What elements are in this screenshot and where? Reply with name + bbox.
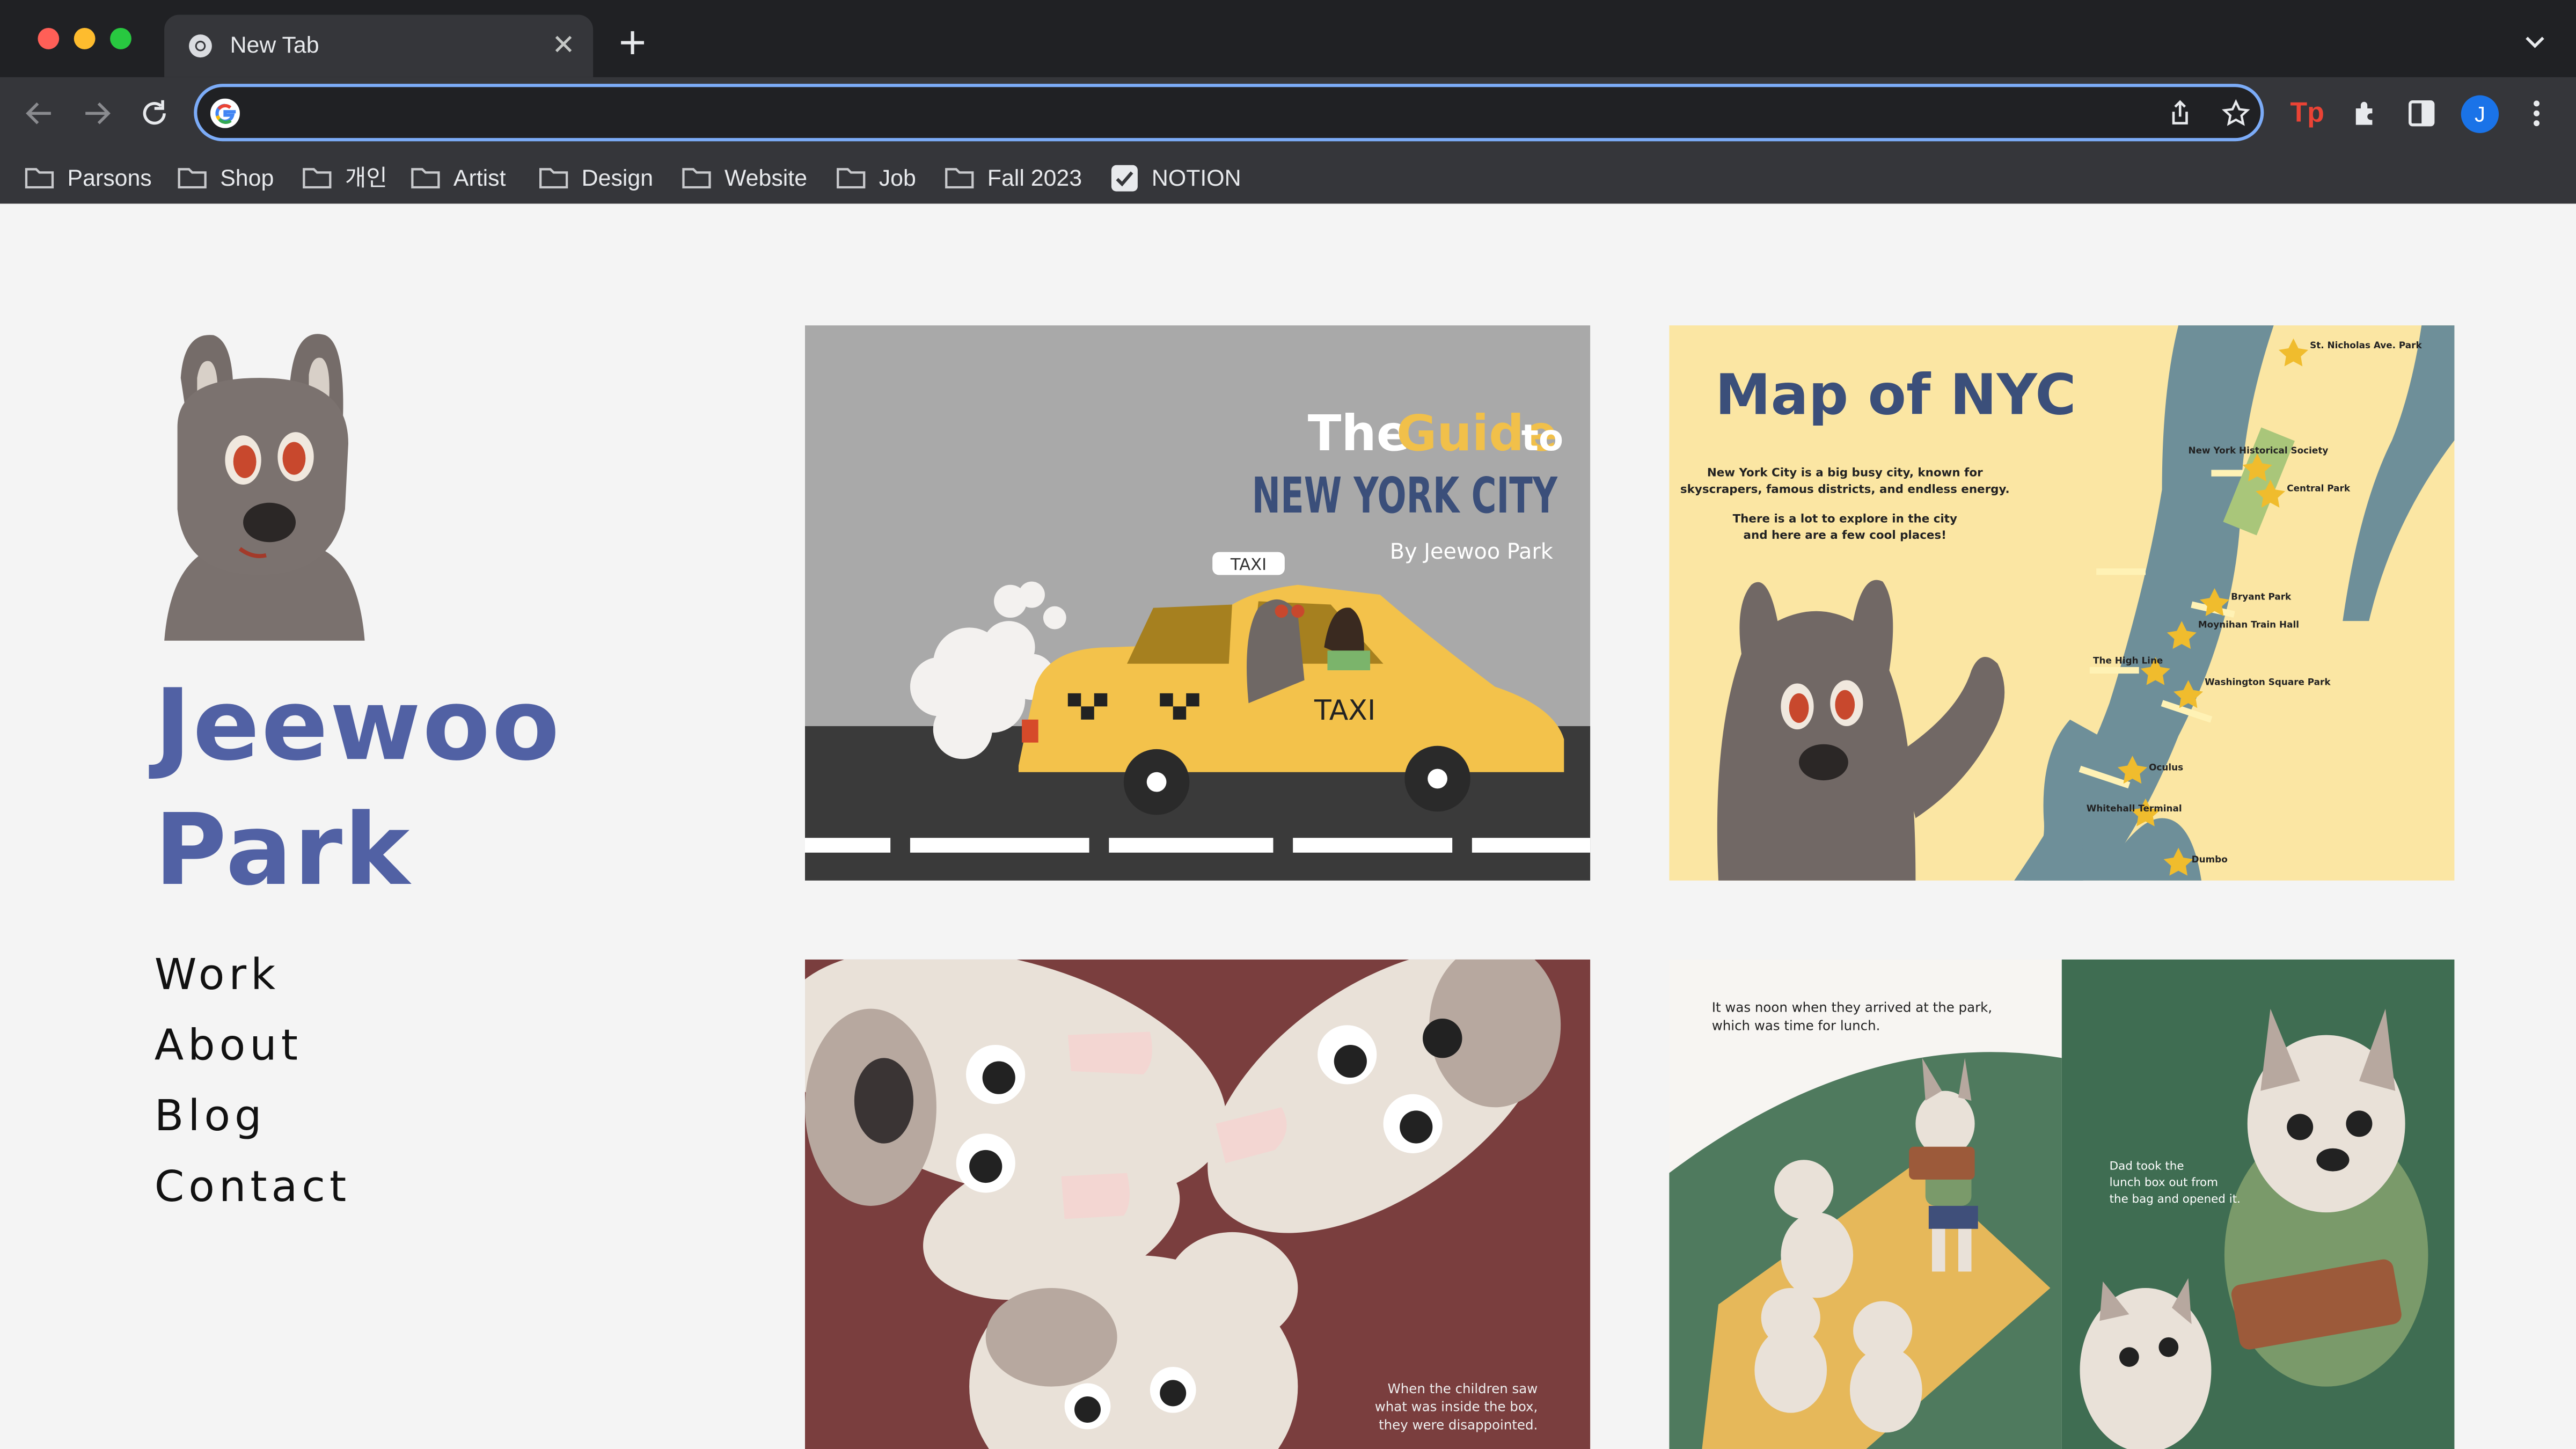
nyc-map-illustration: Map of NYC New York City is a big busy c…	[1669, 325, 2455, 881]
guide-title-the: The	[1308, 405, 1410, 462]
tp-extension-icon[interactable]: Tp	[2290, 96, 2326, 131]
bookmark-job[interactable]: Job	[836, 155, 916, 201]
map-label-historical-society: New York Historical Society	[2189, 445, 2329, 456]
extensions-puzzle-icon[interactable]	[2347, 96, 2383, 131]
picnic-right-line1: Dad took the	[2110, 1160, 2184, 1173]
site-name-first[interactable]: Jeewoo	[155, 664, 561, 789]
bookmark-parsons[interactable]: Parsons	[25, 155, 152, 201]
picnic-right-line2: lunch box out from	[2110, 1176, 2218, 1189]
bookmark-artist[interactable]: Artist	[411, 155, 506, 201]
tab-title: New Tab	[230, 31, 319, 58]
guide-byline: By Jeewoo Park	[1390, 539, 1553, 564]
chrome-icon	[189, 34, 212, 58]
tab-new-tab[interactable]: New Tab ✕	[164, 14, 594, 77]
bookmark-label: Fall 2023	[987, 164, 1082, 191]
address-bar[interactable]	[194, 84, 2264, 142]
checkmark-icon	[1111, 164, 1138, 191]
bookmark-shop[interactable]: Shop	[178, 155, 274, 201]
map-intro-line4: and here are a few cool places!	[1744, 529, 1946, 542]
bookmark-label: Shop	[220, 164, 274, 191]
folder-icon	[178, 168, 207, 189]
google-g-icon	[210, 98, 240, 128]
work-card-faces[interactable]: When the children saw what was inside th…	[805, 959, 1591, 1449]
bookmark-star-icon[interactable]	[2221, 99, 2251, 128]
folder-icon	[682, 168, 711, 189]
picnic-left-line2: which was time for lunch.	[1712, 1018, 1880, 1033]
picnic-right-line3: the bag and opened it.	[2110, 1192, 2241, 1206]
work-card-picnic[interactable]: It was noon when they arrived at the par…	[1669, 959, 2455, 1449]
bookmark-label: NOTION	[1151, 164, 1241, 191]
folder-icon	[303, 168, 332, 189]
picnic-illustration: It was noon when they arrived at the par…	[1669, 959, 2455, 1449]
nav-about[interactable]: About	[155, 1020, 302, 1073]
close-window-button[interactable]	[38, 28, 60, 49]
bookmark-label: Parsons	[67, 164, 152, 191]
map-label-oculus: Oculus	[2149, 762, 2183, 773]
bookmark-design[interactable]: Design	[539, 155, 653, 201]
taxi-roof-sign: TAXI	[1230, 555, 1267, 574]
nyc-guide-illustration: TAXI TAXI The Guide to NEW YORK CITY By …	[805, 325, 1591, 881]
folder-icon	[411, 168, 440, 189]
picnic-left-line1: It was noon when they arrived at the par…	[1712, 1000, 1992, 1015]
map-label-washington-square: Washington Square Park	[2205, 677, 2331, 687]
nav-work[interactable]: Work	[155, 949, 280, 1002]
faces-caption-line3: they were disappointed.	[1379, 1417, 1538, 1432]
faces-illustration: When the children saw what was inside th…	[805, 959, 1591, 1449]
work-card-nyc-map[interactable]: Map of NYC New York City is a big busy c…	[1669, 325, 2455, 881]
bookmark-label: Artist	[453, 164, 506, 191]
map-label-whitehall: Whitehall Terminal	[2087, 803, 2182, 814]
browser-chrome: New Tab ✕ Tp J Parsons Shop 개인 Artist De…	[0, 0, 2576, 204]
bookmark-website[interactable]: Website	[682, 155, 807, 201]
map-label-central-park: Central Park	[2287, 482, 2351, 493]
bookmark-notion[interactable]: NOTION	[1110, 155, 1241, 201]
map-intro-line1: New York City is a big busy city, known …	[1707, 466, 1983, 480]
map-title: Map of NYC	[1715, 362, 2076, 427]
nav-blog[interactable]: Blog	[155, 1091, 266, 1144]
map-label-st-nicholas: St. Nicholas Ave. Park	[2310, 340, 2422, 350]
faces-caption-line2: what was inside the box,	[1375, 1399, 1538, 1415]
folder-icon	[945, 168, 974, 189]
profile-avatar[interactable]: J	[2461, 95, 2499, 133]
minimize-window-button[interactable]	[74, 28, 96, 49]
folder-icon	[539, 168, 568, 189]
tab-strip: New Tab ✕	[0, 0, 2576, 77]
bookmark-personal[interactable]: 개인	[302, 155, 387, 201]
work-card-nyc-guide[interactable]: TAXI TAXI The Guide to NEW YORK CITY By …	[805, 325, 1591, 881]
address-input[interactable]	[256, 97, 2119, 133]
taxi-door-label: TAXI	[1314, 694, 1375, 727]
new-tab-plus-icon[interactable]	[614, 25, 650, 61]
zoom-window-button[interactable]	[110, 28, 131, 49]
bookmark-label: Job	[879, 164, 916, 191]
map-label-moynihan: Moynihan Train Hall	[2198, 619, 2299, 630]
nav-contact[interactable]: Contact	[155, 1161, 350, 1214]
side-panel-icon[interactable]	[2404, 96, 2440, 131]
tab-search-chevron-icon[interactable]	[2522, 28, 2548, 54]
bookmark-label: 개인	[345, 164, 387, 191]
map-intro-line3: There is a lot to explore in the city	[1733, 512, 1957, 525]
guide-title-city: NEW YORK CITY	[1252, 467, 1558, 524]
bookmark-label: Design	[581, 164, 654, 191]
site-name-last[interactable]: Park	[155, 788, 412, 913]
map-intro-line2: skyscrapers, famous districts, and endle…	[1680, 482, 2010, 496]
map-label-high-line: The High Line	[2093, 655, 2163, 666]
folder-icon	[837, 168, 866, 189]
forward-icon[interactable]	[79, 96, 115, 131]
tab-close-icon[interactable]: ✕	[547, 30, 580, 62]
folder-icon	[25, 168, 54, 189]
share-icon[interactable]	[2165, 99, 2195, 128]
faces-caption-line1: When the children saw	[1388, 1381, 1538, 1396]
guide-title-to: to	[1521, 416, 1563, 459]
bookmark-label: Website	[724, 164, 808, 191]
menu-kebab-icon[interactable]	[2519, 96, 2555, 131]
screen: New Tab ✕ Tp J Parsons Shop 개인 Artist De…	[0, 0, 2576, 1449]
reload-icon[interactable]	[136, 96, 172, 131]
bookmark-fall-2023[interactable]: Fall 2023	[945, 155, 1082, 201]
dog-logo-illustration[interactable]	[161, 328, 365, 641]
portfolio-page: Jeewoo Park Work About Blog Contact TAXI…	[0, 203, 2576, 1449]
map-label-dumbo: Dumbo	[2192, 854, 2228, 865]
back-icon[interactable]	[21, 96, 57, 131]
bookmarks-bar: Parsons Shop 개인 Artist Design Website Jo…	[0, 155, 2576, 201]
map-label-bryant-park: Bryant Park	[2231, 591, 2292, 602]
